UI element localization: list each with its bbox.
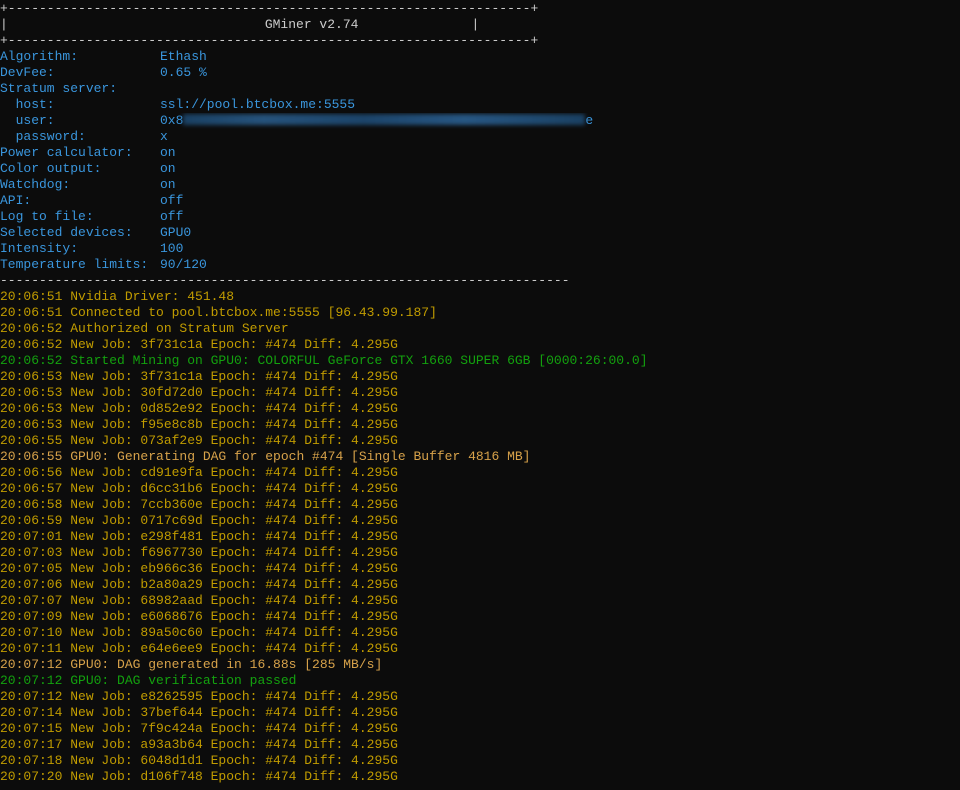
config-key: user: [0, 113, 55, 128]
log-line: 20:06:51 Connected to pool.btcbox.me:555… [0, 305, 437, 320]
log-line: 20:07:09 New Job: e6068676 Epoch: #474 D… [0, 609, 398, 624]
log-line: 20:07:18 New Job: 6048d1d1 Epoch: #474 D… [0, 753, 398, 768]
config-row-password: password: x [0, 129, 960, 145]
log-line: 20:07:12 GPU0: DAG verification passed [0, 673, 297, 688]
header-top-border: +---------------------------------------… [0, 1, 539, 16]
config-row-host: host: ssl://pool.btcbox.me:5555 [0, 97, 960, 113]
config-value: on [160, 161, 176, 176]
config-key: Temperature limits: [0, 257, 149, 272]
log-line: 20:06:51 Nvidia Driver: 451.48 [0, 289, 235, 304]
log-line: 20:06:52 New Job: 3f731c1a Epoch: #474 D… [0, 337, 398, 352]
log-line: 20:06:59 New Job: 0717c69d Epoch: #474 D… [0, 513, 398, 528]
config-value: off [160, 193, 184, 208]
log-line: 20:06:52 Authorized on Stratum Server [0, 321, 289, 336]
config-key: Stratum server: [0, 81, 118, 96]
config-row-selected-devices: Selected devices: GPU0 [0, 225, 960, 241]
config-value-prefix: 0x8 [160, 113, 184, 128]
config-key: Selected devices: [0, 225, 133, 240]
log-line: 20:07:20 New Job: d106f748 Epoch: #474 D… [0, 769, 398, 784]
log-line: 20:07:14 New Job: 37bef644 Epoch: #474 D… [0, 705, 398, 720]
config-key: Power calculator: [0, 145, 133, 160]
config-row-temperature-limits: Temperature limits: 90/120 [0, 257, 960, 273]
config-value: Ethash [160, 49, 207, 64]
log-line: 20:06:55 GPU0: Generating DAG for epoch … [0, 449, 531, 464]
config-row-devfee: DevFee: 0.65 % [0, 65, 960, 81]
log-line: 20:07:07 New Job: 68982aad Epoch: #474 D… [0, 593, 398, 608]
terminal-window[interactable]: +---------------------------------------… [0, 0, 960, 790]
header-title-row: | GMiner v2.74 | [0, 17, 960, 33]
log-line: 20:06:58 New Job: 7ccb360e Epoch: #474 D… [0, 497, 398, 512]
config-value: 90/120 [160, 257, 207, 272]
log-line: 20:07:05 New Job: eb966c36 Epoch: #474 D… [0, 561, 398, 576]
config-key: API: [0, 193, 32, 208]
config-key: password: [0, 129, 86, 144]
log-line: 20:06:53 New Job: 0d852e92 Epoch: #474 D… [0, 401, 398, 416]
config-row-power-calculator: Power calculator: on [0, 145, 960, 161]
config-row-log-to-file: Log to file: off [0, 209, 960, 225]
header-left-edge: | [0, 17, 8, 32]
config-value: on [160, 177, 176, 192]
log-line: 20:06:56 New Job: cd91e9fa Epoch: #474 D… [0, 465, 398, 480]
header-bottom-border: +---------------------------------------… [0, 33, 539, 48]
log-line: 20:06:52 Started Mining on GPU0: COLORFU… [0, 353, 648, 368]
config-value: 100 [160, 241, 184, 256]
config-value: x [160, 129, 168, 144]
log-line: 20:06:53 New Job: 3f731c1a Epoch: #474 D… [0, 369, 398, 384]
log-line: 20:07:12 New Job: e8262595 Epoch: #474 D… [0, 689, 398, 704]
config-key: Color output: [0, 161, 102, 176]
config-key: Watchdog: [0, 177, 71, 192]
config-value: 0.65 % [160, 65, 207, 80]
log-line: 20:07:01 New Job: e298f481 Epoch: #474 D… [0, 529, 398, 544]
config-row-color-output: Color output: on [0, 161, 960, 177]
config-value: on [160, 145, 176, 160]
app-title: GMiner v2.74 [264, 17, 359, 32]
config-value: off [160, 209, 184, 224]
header-right-edge: | [471, 17, 480, 32]
log-line: 20:07:06 New Job: b2a80a29 Epoch: #474 D… [0, 577, 398, 592]
config-row-api: API: off [0, 193, 960, 209]
log-line: 20:07:03 New Job: f6967730 Epoch: #474 D… [0, 545, 398, 560]
log-line: 20:06:57 New Job: d6cc31b6 Epoch: #474 D… [0, 481, 398, 496]
log-line: 20:07:17 New Job: a93a3b64 Epoch: #474 D… [0, 737, 398, 752]
log-output: 20:06:51 Nvidia Driver: 451.48 20:06:51 C… [0, 289, 960, 785]
config-key: Intensity: [0, 241, 79, 256]
config-row-stratum: Stratum server: [0, 81, 960, 97]
log-line: 20:06:53 New Job: f95e8c8b Epoch: #474 D… [0, 417, 398, 432]
config-separator: ----------------------------------------… [0, 273, 570, 288]
log-line: 20:06:55 New Job: 073af2e9 Epoch: #474 D… [0, 433, 398, 448]
config-row-algorithm: Algorithm: Ethash [0, 49, 960, 65]
log-line: 20:06:53 New Job: 30fd72d0 Epoch: #474 D… [0, 385, 398, 400]
config-key: host: [0, 97, 55, 112]
config-value: ssl://pool.btcbox.me:5555 [160, 97, 356, 112]
config-row-intensity: Intensity: 100 [0, 241, 960, 257]
redacted-wallet-address [183, 114, 586, 125]
log-line: 20:07:10 New Job: 89a50c60 Epoch: #474 D… [0, 625, 398, 640]
config-row-watchdog: Watchdog: on [0, 177, 960, 193]
log-line: 20:07:11 New Job: e64e6ee9 Epoch: #474 D… [0, 641, 398, 656]
config-row-user: user: 0x8 e [0, 113, 960, 129]
log-line: 20:07:15 New Job: 7f9c424a Epoch: #474 D… [0, 721, 398, 736]
config-key: Log to file: [0, 209, 94, 224]
log-line: 20:07:12 GPU0: DAG generated in 16.88s [… [0, 657, 383, 672]
config-key: DevFee: [0, 65, 55, 80]
config-value-suffix: e [585, 113, 594, 128]
config-key: Algorithm: [0, 49, 79, 64]
config-value: GPU0 [160, 225, 192, 240]
